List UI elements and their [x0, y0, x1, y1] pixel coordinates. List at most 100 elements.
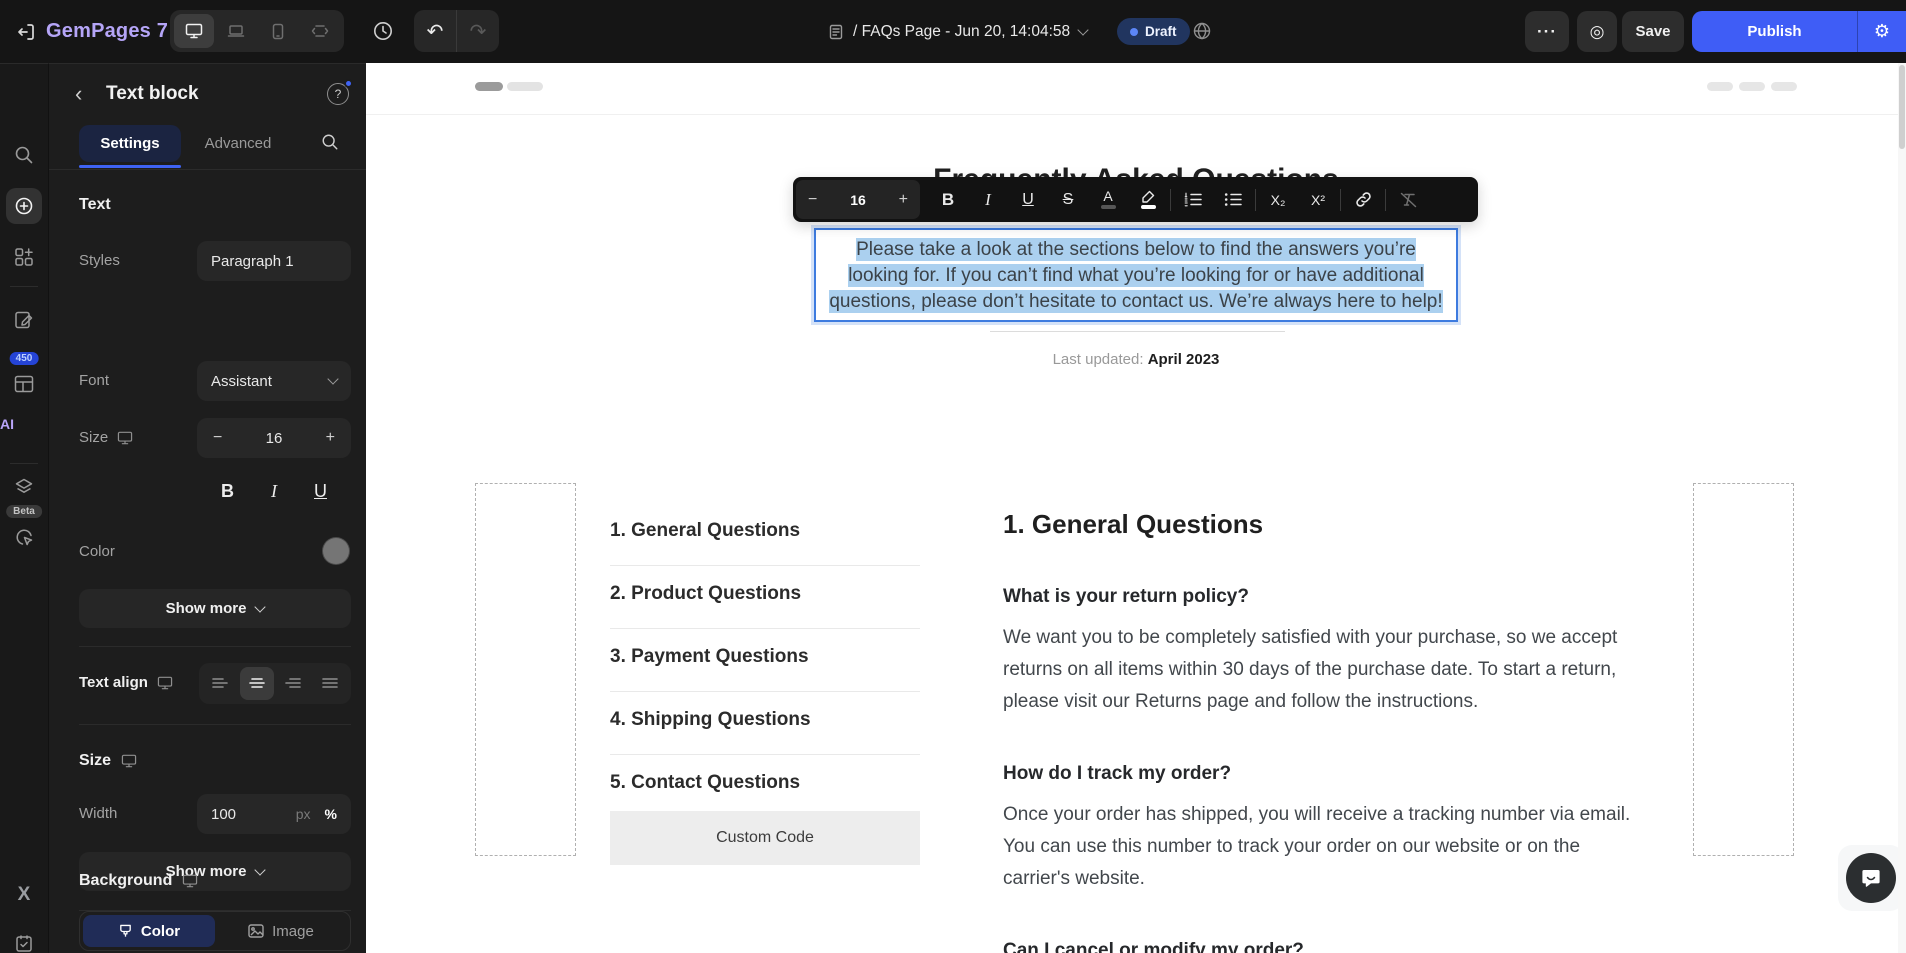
- faq-nav-item[interactable]: 5. Contact Questions: [610, 755, 920, 799]
- publish-button[interactable]: Publish: [1692, 23, 1857, 40]
- interactions-icon[interactable]: [14, 527, 34, 547]
- italic-button[interactable]: I: [271, 481, 277, 502]
- faq-answer[interactable]: Once your order has shipped, you will re…: [1003, 799, 1643, 895]
- device-laptop-icon[interactable]: [216, 14, 256, 48]
- align-right-button[interactable]: [276, 667, 310, 700]
- selection-highlight: Please take a look at the sections below…: [829, 238, 1442, 313]
- divider: [1170, 189, 1171, 211]
- align-center-button[interactable]: [240, 667, 274, 700]
- faq-nav-item[interactable]: 1. General Questions: [610, 503, 920, 566]
- undo-button[interactable]: ↶: [414, 10, 456, 52]
- faq-nav-item[interactable]: 2. Product Questions: [610, 566, 920, 629]
- device-responsive-icon[interactable]: [300, 14, 340, 48]
- underline-button[interactable]: U: [1008, 183, 1048, 216]
- save-button[interactable]: Save: [1622, 11, 1684, 52]
- bold-button[interactable]: B: [221, 481, 234, 502]
- device-mobile-icon[interactable]: [258, 14, 298, 48]
- styles-select[interactable]: Paragraph 1: [197, 241, 351, 281]
- faq-nav-item[interactable]: 3. Payment Questions: [610, 629, 920, 692]
- logo[interactable]: GemPages 7: [16, 0, 168, 63]
- device-desktop-icon[interactable]: [174, 14, 214, 48]
- strikethrough-button[interactable]: S: [1048, 183, 1088, 216]
- breadcrumb[interactable]: / FAQs Page - Jun 20, 14:04:58: [828, 0, 1087, 63]
- superscript-button[interactable]: X²: [1298, 183, 1338, 216]
- header-section-placeholder[interactable]: [366, 63, 1906, 115]
- bold-button[interactable]: B: [928, 183, 968, 216]
- faq-question[interactable]: Can I cancel or modify my order?: [1003, 939, 1643, 953]
- publish-settings-gear-icon[interactable]: ⚙: [1858, 21, 1906, 42]
- exit-editor-icon[interactable]: [16, 22, 36, 42]
- more-options-button[interactable]: ···: [1525, 11, 1569, 52]
- empty-column-placeholder-left[interactable]: [475, 483, 576, 856]
- add-section-icon[interactable]: [14, 247, 34, 267]
- tab-settings[interactable]: Settings: [79, 125, 181, 162]
- redo-button[interactable]: ↷: [457, 10, 499, 52]
- subscript-button[interactable]: X₂: [1258, 183, 1298, 216]
- text-show-more-button[interactable]: Show more: [79, 589, 351, 628]
- panel-search-icon[interactable]: [321, 133, 339, 151]
- increase-font-button[interactable]: +: [899, 191, 908, 209]
- empty-column-placeholder-right[interactable]: [1693, 483, 1794, 856]
- link-button[interactable]: [1343, 183, 1383, 216]
- clear-formatting-button[interactable]: [1388, 183, 1428, 216]
- chat-widget: [1838, 845, 1904, 911]
- templates-icon[interactable]: [14, 375, 34, 393]
- faq-answer[interactable]: We want you to be completely satisfied w…: [1003, 622, 1643, 718]
- unit-percent[interactable]: %: [325, 806, 337, 822]
- divider: [1340, 189, 1341, 211]
- width-label: Width: [79, 805, 117, 822]
- add-element-button[interactable]: [6, 188, 42, 224]
- chevron-down-icon: [255, 864, 266, 875]
- editor-canvas: Frequently Asked Questions − 16 + B I U …: [366, 63, 1906, 953]
- custom-code-block[interactable]: Custom Code: [610, 811, 920, 865]
- skeleton-pill: [1707, 82, 1733, 91]
- skeleton-pill: [475, 82, 503, 91]
- faq-question[interactable]: What is your return policy?: [1003, 585, 1643, 609]
- align-left-button[interactable]: [203, 667, 237, 700]
- toolbar-font-size-value[interactable]: 16: [850, 192, 866, 208]
- increase-size-button[interactable]: +: [326, 429, 335, 447]
- chat-bubble-button[interactable]: [1846, 853, 1896, 903]
- top-bar: GemPages 7 ↶ ↷ / FAQs Page - Jun 20, 14:…: [0, 0, 1906, 63]
- layers-icon[interactable]: [14, 477, 34, 497]
- chevron-down-icon[interactable]: [1077, 24, 1088, 35]
- color-swatch[interactable]: [323, 538, 349, 564]
- bullet-list-button[interactable]: [1213, 183, 1253, 216]
- preview-button[interactable]: ◎: [1577, 11, 1617, 52]
- font-select[interactable]: Assistant: [197, 361, 351, 401]
- last-updated-text[interactable]: Last updated: April 2023: [814, 351, 1458, 368]
- decrease-font-button[interactable]: −: [808, 191, 817, 209]
- text-block-content[interactable]: Please take a look at the sections below…: [828, 237, 1444, 315]
- width-value[interactable]: 100: [211, 806, 236, 823]
- theme-pages-icon[interactable]: [14, 310, 34, 330]
- align-justify-button[interactable]: [313, 667, 347, 700]
- ordered-list-button[interactable]: [1173, 183, 1213, 216]
- faq-section-heading[interactable]: 1. General Questions: [1003, 507, 1643, 541]
- highlight-color-button[interactable]: [1128, 183, 1168, 216]
- checklist-icon[interactable]: [14, 934, 34, 953]
- faq-question[interactable]: How do I track my order?: [1003, 762, 1643, 786]
- status-badge: Draft: [1117, 18, 1190, 45]
- search-icon[interactable]: [14, 145, 34, 165]
- italic-button[interactable]: I: [968, 183, 1008, 216]
- translate-globe-icon[interactable]: [1192, 21, 1212, 41]
- scrollbar-thumb[interactable]: [1899, 65, 1905, 149]
- back-button[interactable]: ‹: [75, 84, 82, 104]
- history-icon[interactable]: [372, 20, 394, 42]
- styles-label: Styles: [79, 252, 120, 269]
- background-color-tab[interactable]: Color: [83, 915, 215, 947]
- text-color-button[interactable]: A: [1088, 183, 1128, 216]
- width-input[interactable]: 100 px%: [197, 794, 351, 834]
- faq-nav-item[interactable]: 4. Shipping Questions: [610, 692, 920, 755]
- selected-text-block[interactable]: Please take a look at the sections below…: [814, 228, 1458, 322]
- format-buttons: B I U: [197, 481, 351, 502]
- font-size-value[interactable]: 16: [266, 430, 283, 447]
- x-social-icon[interactable]: X: [18, 884, 31, 906]
- decrease-size-button[interactable]: −: [213, 429, 222, 447]
- unit-px[interactable]: px: [296, 806, 311, 822]
- background-image-tab[interactable]: Image: [215, 915, 347, 947]
- tab-advanced[interactable]: Advanced: [183, 125, 293, 162]
- underline-button[interactable]: U: [314, 481, 327, 502]
- ai-tools-icon[interactable]: AI✦: [0, 416, 48, 432]
- active-tab-underline: [79, 165, 181, 168]
